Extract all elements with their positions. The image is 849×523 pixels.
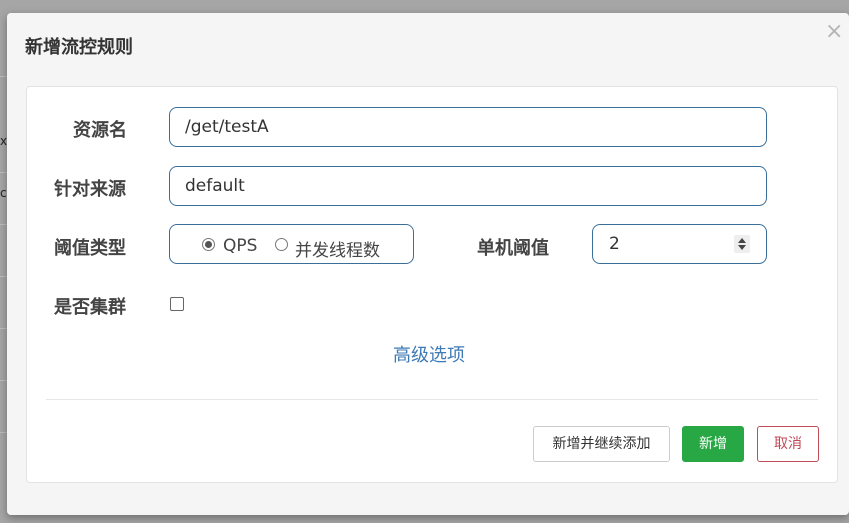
background-text-fragment: c [0, 186, 7, 200]
resource-name-input[interactable]: /get/testA [169, 107, 767, 147]
chevron-up-icon[interactable] [738, 238, 746, 243]
add-and-continue-button[interactable]: 新增并继续添加 [533, 426, 670, 462]
resource-name-label: 资源名 [73, 120, 127, 141]
single-threshold-label: 单机阈值 [477, 238, 549, 259]
thread-count-radio-label[interactable]: 并发线程数 [295, 236, 380, 261]
threshold-type-radio-group: QPS 并发线程数 [169, 224, 414, 264]
add-button[interactable]: 新增 [682, 426, 744, 462]
cluster-checkbox[interactable] [170, 297, 184, 311]
form-card: 资源名 /get/testA 针对来源 default 阈值类型 QPS 并发线… [26, 86, 838, 483]
source-input[interactable]: default [169, 166, 767, 206]
single-threshold-input[interactable]: 2 [592, 224, 767, 264]
number-spinner-arrows[interactable] [734, 235, 750, 253]
thread-count-radio[interactable] [275, 238, 288, 251]
threshold-type-label: 阈值类型 [54, 238, 126, 259]
cancel-button[interactable]: 取消 [757, 426, 819, 462]
divider [46, 399, 818, 400]
source-label: 针对来源 [54, 179, 126, 200]
chevron-down-icon[interactable] [738, 245, 746, 250]
cluster-label: 是否集群 [54, 297, 126, 318]
advanced-options-link[interactable]: 高级选项 [393, 341, 465, 367]
qps-radio[interactable] [202, 238, 215, 251]
qps-radio-label[interactable]: QPS [223, 236, 257, 256]
single-threshold-value: 2 [609, 234, 620, 254]
dialog-title: 新增流控规则 [25, 37, 133, 58]
close-icon[interactable]: × [825, 21, 843, 43]
add-flow-rule-dialog: 新增流控规则 × 资源名 /get/testA 针对来源 default 阈值类… [7, 13, 849, 515]
